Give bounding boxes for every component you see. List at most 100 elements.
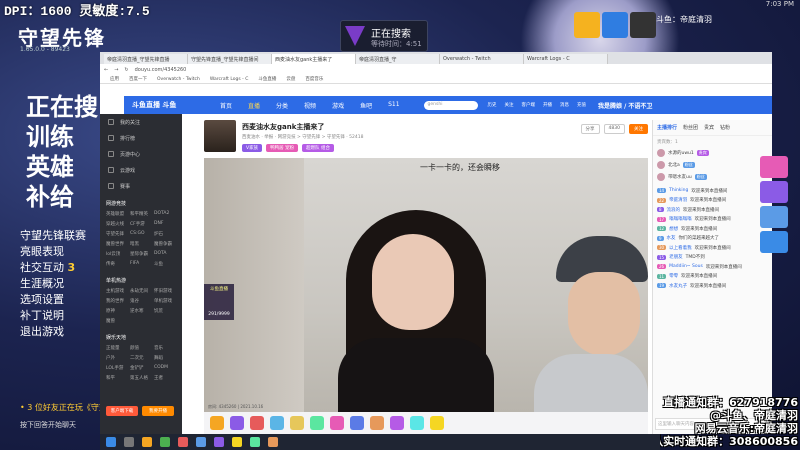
sidebar-category[interactable]: CODM — [154, 365, 176, 371]
menu-exit[interactable]: 退出游戏 — [20, 324, 86, 340]
nav-home[interactable]: 首页 — [220, 101, 232, 110]
chat-username[interactable]: 想想 — [669, 226, 678, 232]
chat-username[interactable]: Thinking — [669, 188, 688, 193]
forward-icon[interactable]: → — [114, 67, 118, 73]
room-category[interactable]: 举报 · 网游竞技 > 守望先锋 > 守望先锋 — [264, 135, 345, 140]
sidebar-item-cloudgame[interactable]: 云游戏 — [100, 162, 182, 178]
activity-icon[interactable] — [760, 206, 788, 228]
sidebar-category[interactable]: 金铲铲 — [130, 365, 152, 371]
chat-username[interactable]: Maddiin~ Sous — [669, 264, 703, 269]
sidebar-category[interactable]: 饥荒 — [154, 308, 176, 314]
chat-username[interactable]: 水友 — [667, 235, 676, 241]
sidebar-category[interactable]: 户外 — [106, 355, 128, 361]
douyu-search-input[interactable]: genshi — [423, 100, 478, 110]
menu-searching[interactable]: 正在搜 — [26, 92, 98, 122]
sidebar-category[interactable]: 永劫无间 — [130, 288, 152, 294]
recharge-icon[interactable]: 充值 — [577, 102, 586, 108]
gift-icon[interactable] — [310, 416, 324, 430]
gift-icon[interactable] — [270, 416, 284, 430]
history-icon[interactable]: 历史 — [488, 102, 497, 108]
room-tag[interactable]: V家族 — [242, 144, 263, 152]
url-field[interactable]: douyu.com/4345260 — [135, 67, 187, 73]
sidebar-category[interactable]: 二次元 — [130, 355, 152, 361]
gift-icon[interactable] — [210, 416, 224, 430]
bookmark[interactable]: 云盘 — [286, 76, 295, 82]
tab-anchor-rank[interactable]: 主播排行 — [657, 124, 677, 131]
sidebar-category[interactable]: 我的世界 — [106, 298, 128, 304]
video-player[interactable]: 一卡一卡的，还会瞬移 斗鱼直播 291/9999 房间: 4345260 | 2… — [204, 158, 648, 412]
nav-category[interactable]: 分类 — [276, 101, 288, 110]
chat-username[interactable]: 水友丸子 — [669, 283, 687, 289]
follow-button[interactable]: 关注 — [629, 124, 648, 134]
anchor-name[interactable]: 西麦油水 — [242, 135, 260, 140]
app-icon[interactable] — [178, 437, 188, 447]
app-icon[interactable] — [214, 437, 224, 447]
browser-tab[interactable]: 帝庭清羽直播_守望先锋直播 — [104, 54, 188, 64]
nav-games[interactable]: 游戏 — [332, 101, 344, 110]
activity-icon[interactable] — [760, 231, 788, 253]
sidebar-category[interactable]: 颜值 — [130, 345, 152, 351]
sidebar-item-events[interactable]: 赛事 — [100, 178, 182, 194]
bookmark[interactable]: 百度音乐 — [305, 76, 323, 82]
gift-icon[interactable] — [370, 416, 384, 430]
gift-icon[interactable] — [230, 416, 244, 430]
sidebar-category[interactable]: 斗鱼 — [154, 261, 176, 267]
sidebar-category[interactable]: 魔兽 — [106, 318, 128, 324]
tab-diamond[interactable]: 钻粉 — [720, 124, 730, 131]
menu-highlights[interactable]: 亮眼表现 — [20, 244, 86, 260]
sidebar-category[interactable]: 穿越火线 — [106, 221, 128, 227]
menu-career[interactable]: 生涯概况 — [20, 276, 86, 292]
sidebar-category[interactable]: 魔兽争霸 — [154, 241, 176, 247]
sidebar-category[interactable]: 怀旧游戏 — [154, 288, 176, 294]
share-button[interactable]: 分享 — [580, 124, 600, 134]
browser-tab[interactable]: Overwatch - Twitch — [440, 54, 524, 64]
reload-icon[interactable]: ↻ — [124, 67, 128, 73]
sidebar-category[interactable]: CS:GO — [130, 231, 152, 237]
sidebar-category[interactable]: 和平精英 — [130, 211, 152, 217]
browser-tab[interactable]: 帝庭清羽直播_守 — [356, 54, 440, 64]
sidebar-category[interactable]: lol云顶 — [106, 251, 128, 257]
sidebar-category[interactable]: CF手游 — [130, 221, 152, 227]
broadcast-icon[interactable]: 开播 — [543, 102, 552, 108]
sidebar-category[interactable]: 英雄联盟 — [106, 211, 128, 217]
sidebar-category[interactable]: 主机游戏 — [106, 288, 128, 294]
sidebar-category[interactable]: 第五人格 — [130, 375, 152, 381]
menu-social[interactable]: 社交互动 3 — [20, 260, 86, 276]
menu-supply[interactable]: 补给 — [26, 182, 98, 212]
activity-badge[interactable]: 斗鱼直播 291/9999 — [204, 284, 234, 320]
bookmark[interactable]: 百度一下 — [129, 76, 147, 82]
bookmark[interactable]: Warcraft Logs - C — [210, 77, 248, 82]
sidebar-category[interactable]: DOTA — [154, 251, 176, 257]
rank-row[interactable]: 北北a 粉丝 — [657, 159, 768, 171]
sidebar-category[interactable]: 传奇 — [106, 261, 128, 267]
explorer-icon[interactable] — [142, 437, 152, 447]
gift-icon[interactable] — [410, 416, 424, 430]
bookmark[interactable]: 斗鱼直播 — [258, 76, 276, 82]
browser-tab[interactable]: 守望先锋直播_守望先锋直播间 — [188, 54, 272, 64]
sidebar-item-follow[interactable]: 我的关注 — [100, 114, 182, 130]
sidebar-category[interactable]: 正能量 — [106, 345, 128, 351]
sidebar-category[interactable]: 鬼谷 — [130, 298, 152, 304]
rank-row[interactable]: 带嗯水友uu 粉丝 — [657, 171, 768, 183]
gift-icon[interactable] — [350, 416, 364, 430]
sidebar-category[interactable]: 逆水寒 — [130, 308, 152, 314]
chat-username[interactable]: 嗡嗡嗡嗡嗡 — [669, 216, 692, 222]
sidebar-category[interactable]: 暗黑 — [130, 241, 152, 247]
client-icon[interactable]: 客户端 — [522, 102, 536, 108]
activity-icon[interactable] — [760, 181, 788, 203]
gift-icon[interactable] — [390, 416, 404, 430]
sidebar-category[interactable]: 原神 — [106, 308, 128, 314]
gift-icon[interactable] — [430, 416, 444, 430]
gift-icon[interactable] — [330, 416, 344, 430]
gift-icon[interactable] — [290, 416, 304, 430]
chrome-icon[interactable] — [160, 437, 170, 447]
sidebar-category[interactable]: 音乐 — [154, 345, 176, 351]
sidebar-category[interactable]: 炉石 — [154, 231, 176, 237]
search-icon[interactable] — [124, 437, 134, 447]
chat-username[interactable]: 以上看着我 — [669, 245, 692, 251]
browser-tab[interactable]: Warcraft Logs - C — [524, 54, 608, 64]
sidebar-category[interactable]: FIFA — [130, 261, 152, 267]
nav-video[interactable]: 视频 — [304, 101, 316, 110]
sidebar-category[interactable]: 守望先锋 — [106, 231, 128, 237]
follow-icon[interactable]: 关注 — [505, 102, 514, 108]
